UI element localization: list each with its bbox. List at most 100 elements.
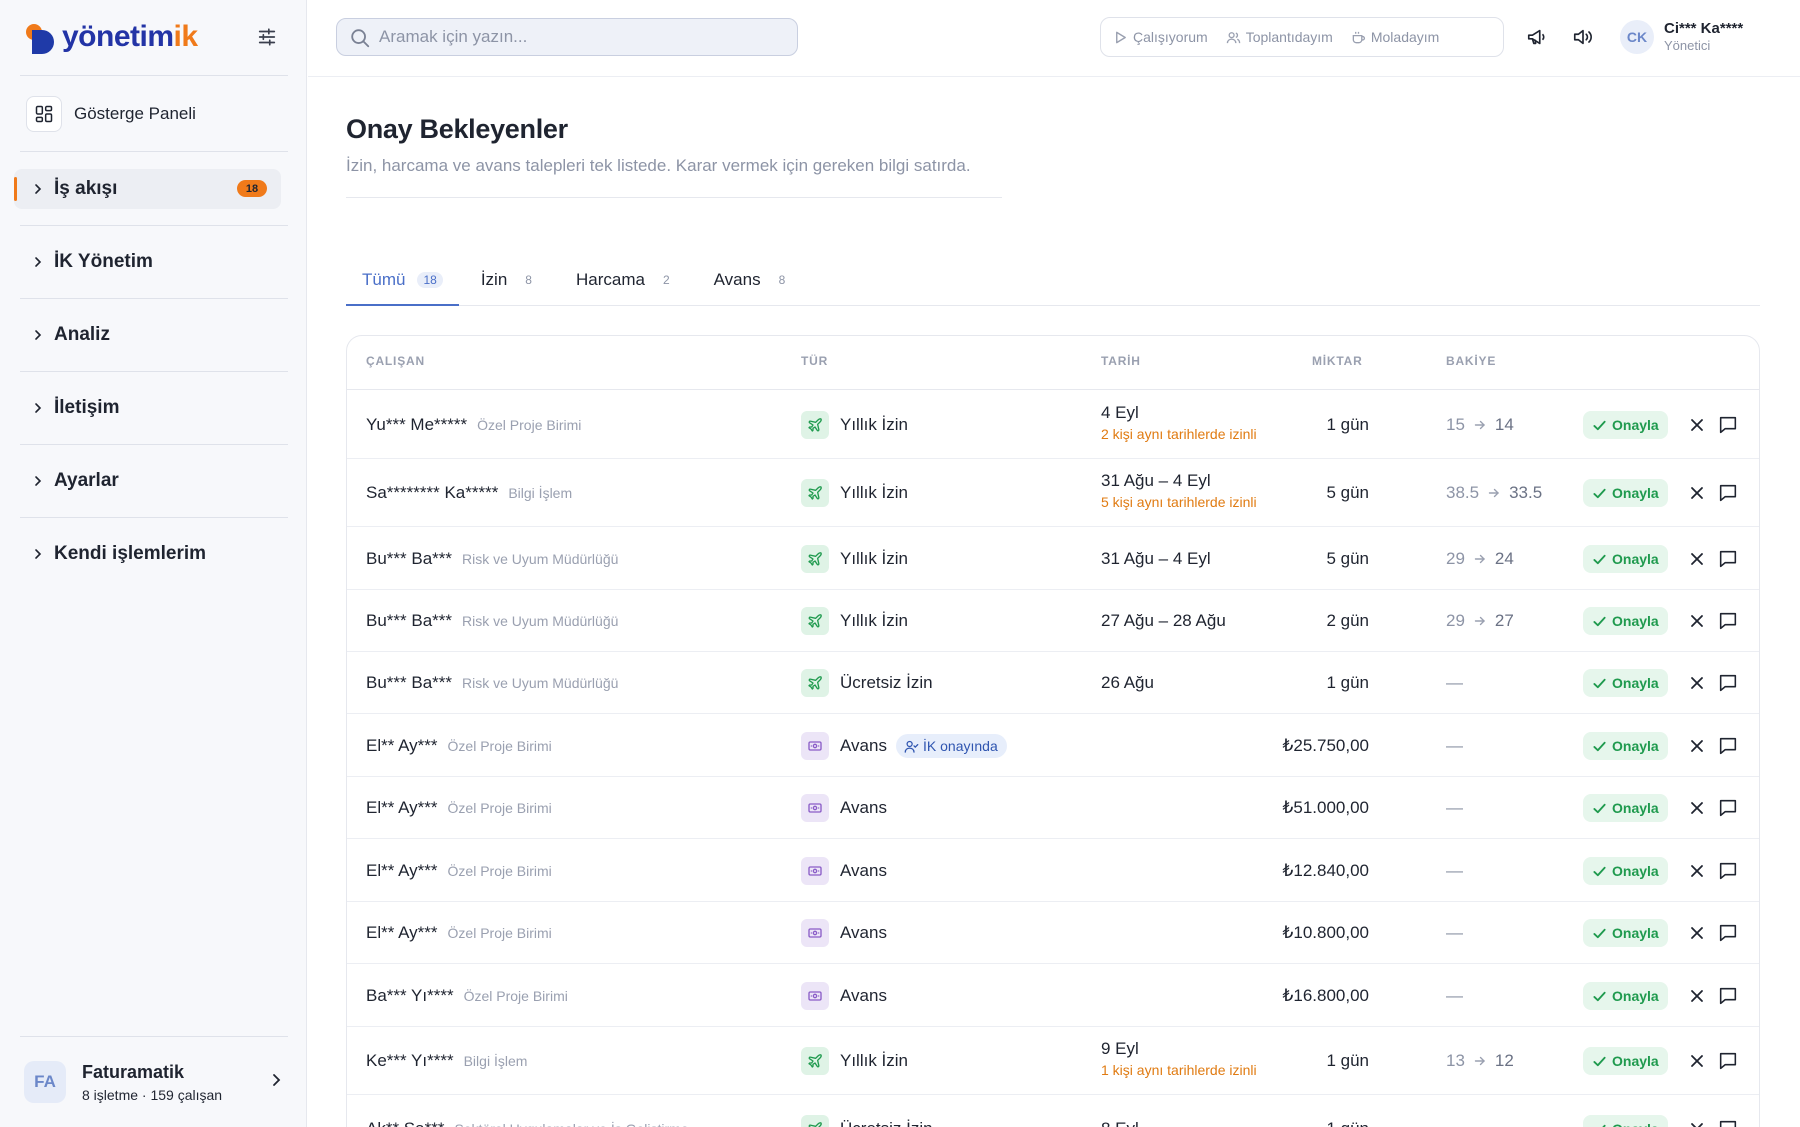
table-row[interactable]: Ba*** Yı**** Özel Proje Birimi Avans ₺16.80… xyxy=(347,964,1759,1027)
employee-name[interactable]: Ak** Sa*** xyxy=(366,1119,444,1127)
employee-name[interactable]: Bu*** Ba*** xyxy=(366,611,452,630)
comment-icon[interactable] xyxy=(1717,548,1739,570)
table-row[interactable]: El** Ay*** Özel Proje Birimi Avans İK onayı… xyxy=(347,714,1759,777)
brand-logo[interactable]: yönetimik xyxy=(24,18,198,56)
status-break-button[interactable]: Moladayım xyxy=(1351,29,1439,45)
balance-before: 13 xyxy=(1446,1051,1465,1070)
comment-icon[interactable] xyxy=(1717,482,1739,504)
employee-name[interactable]: Sa******** Ka***** xyxy=(366,483,498,502)
close-icon[interactable] xyxy=(1687,1119,1707,1127)
tab-all[interactable]: Tümü 18 xyxy=(346,262,459,306)
employee-name[interactable]: El** Ay*** xyxy=(366,798,438,817)
close-icon[interactable] xyxy=(1687,673,1707,693)
check-icon xyxy=(1593,420,1606,430)
close-icon[interactable] xyxy=(1687,736,1707,756)
comment-icon[interactable] xyxy=(1717,922,1739,944)
megaphone-icon[interactable] xyxy=(1526,26,1548,48)
approve-button[interactable]: Onayla xyxy=(1583,607,1668,635)
approve-button[interactable]: Onayla xyxy=(1583,794,1668,822)
comment-icon[interactable] xyxy=(1717,1118,1739,1127)
employee-name[interactable]: Bu*** Ba*** xyxy=(366,549,452,568)
sidebar-item-workflow[interactable]: İş akışı 18 xyxy=(14,169,281,209)
employee-department: Özel Proje Birimi xyxy=(447,800,552,816)
status-working-button[interactable]: Çalışıyorum xyxy=(1113,29,1208,45)
balance-cell: 29 27 xyxy=(1446,611,1514,631)
approve-button[interactable]: Onayla xyxy=(1583,1047,1668,1075)
employee-name[interactable]: El** Ay*** xyxy=(366,736,438,755)
approve-button[interactable]: Onayla xyxy=(1583,857,1668,885)
approve-label: Onayla xyxy=(1612,613,1659,629)
approve-button[interactable]: Onayla xyxy=(1583,411,1668,439)
employee-name[interactable]: Bu*** Ba*** xyxy=(366,673,452,692)
close-icon[interactable] xyxy=(1687,483,1707,503)
status-meeting-button[interactable]: Toplantıdayım xyxy=(1226,29,1333,45)
close-icon[interactable] xyxy=(1687,1051,1707,1071)
table-row[interactable]: El** Ay*** Özel Proje Birimi Avans ₺12.840,… xyxy=(347,839,1759,902)
status-break-label: Moladayım xyxy=(1370,29,1440,45)
chevron-right-icon xyxy=(35,184,42,194)
table-row[interactable]: Bu*** Ba*** Risk ve Uyum Müdürlüğü Ücretsi… xyxy=(347,652,1759,714)
tab-expense[interactable]: Harcama 2 xyxy=(560,262,692,306)
filter-tabs: Tümü 18 İzin 8 Harcama 2 Avans 8 xyxy=(346,262,1760,306)
user-avatar[interactable]: CK xyxy=(1620,20,1654,54)
approve-button[interactable]: Onayla xyxy=(1583,1115,1668,1127)
volume-icon[interactable] xyxy=(1572,26,1594,48)
tab-advance[interactable]: Avans 8 xyxy=(698,262,808,306)
close-icon[interactable] xyxy=(1687,986,1707,1006)
employee-name[interactable]: Ba*** Yı**** xyxy=(366,986,454,1005)
sidebar-item-my-actions[interactable]: Kendi işlemlerim xyxy=(14,534,281,574)
search-icon xyxy=(351,29,370,48)
comment-icon[interactable] xyxy=(1717,610,1739,632)
close-icon[interactable] xyxy=(1687,611,1707,631)
table-row[interactable]: Yu*** Me***** Özel Proje Birimi Yıllık İzi… xyxy=(347,391,1759,459)
comment-icon[interactable] xyxy=(1717,735,1739,757)
employee-name[interactable]: Ke*** Yı**** xyxy=(366,1051,454,1070)
sidebar-item-communication[interactable]: İletişim xyxy=(14,388,281,428)
table-row[interactable]: Ke*** Yı**** Bilgi İşlem Yıllık İzin 9 Eyl 1… xyxy=(347,1027,1759,1095)
divider xyxy=(20,225,288,226)
search-box[interactable] xyxy=(336,18,798,56)
table-row[interactable]: El** Ay*** Özel Proje Birimi Avans ₺51.000,… xyxy=(347,777,1759,839)
approve-button[interactable]: Onayla xyxy=(1583,479,1668,507)
approve-button[interactable]: Onayla xyxy=(1583,545,1668,573)
company-switcher[interactable]: FA Faturamatik 8 işletme · 159 çalışan xyxy=(24,1058,284,1106)
comment-icon[interactable] xyxy=(1717,672,1739,694)
user-name[interactable]: Ci*** Ka**** xyxy=(1664,20,1743,37)
sidebar-item-analytics[interactable]: Analiz xyxy=(14,315,281,355)
approve-button[interactable]: Onayla xyxy=(1583,669,1668,697)
divider xyxy=(20,1036,288,1037)
approve-button[interactable]: Onayla xyxy=(1583,982,1668,1010)
sidebar-item-label: Ayarlar xyxy=(54,470,119,491)
tab-leave[interactable]: İzin 8 xyxy=(465,262,554,306)
close-icon[interactable] xyxy=(1687,923,1707,943)
employee-name[interactable]: El** Ay*** xyxy=(366,861,438,880)
table-row[interactable]: El** Ay*** Özel Proje Birimi Avans ₺10.800,… xyxy=(347,902,1759,964)
sidebar-item-hr-management[interactable]: İK Yönetim xyxy=(14,242,281,282)
comment-icon[interactable] xyxy=(1717,1050,1739,1072)
comment-icon[interactable] xyxy=(1717,414,1739,436)
sidebar-item-dashboard[interactable]: Gösterge Paneli xyxy=(26,96,196,132)
close-icon[interactable] xyxy=(1687,861,1707,881)
close-icon[interactable] xyxy=(1687,415,1707,435)
comment-icon[interactable] xyxy=(1717,860,1739,882)
balance-empty: — xyxy=(1446,861,1463,880)
approve-button[interactable]: Onayla xyxy=(1583,732,1668,760)
close-icon[interactable] xyxy=(1687,549,1707,569)
employee-name[interactable]: El** Ay*** xyxy=(366,923,438,942)
tab-label: Harcama xyxy=(575,270,645,289)
comment-icon[interactable] xyxy=(1717,985,1739,1007)
employee-cell: Yu*** Me***** Özel Proje Birimi xyxy=(366,415,581,435)
sliders-icon[interactable] xyxy=(256,26,278,48)
sidebar-item-settings[interactable]: Ayarlar xyxy=(14,461,281,501)
employee-name[interactable]: Yu*** Me***** xyxy=(366,415,467,434)
table-row[interactable]: Bu*** Ba*** Risk ve Uyum Müdürlüğü Yıllık … xyxy=(347,590,1759,652)
comment-icon[interactable] xyxy=(1717,797,1739,819)
table-row[interactable]: Sa******** Ka***** Bilgi İşlem Yıllık İzin… xyxy=(347,459,1759,527)
approve-button[interactable]: Onayla xyxy=(1583,919,1668,947)
table-row[interactable]: Bu*** Ba*** Risk ve Uyum Müdürlüğü Yıllık … xyxy=(347,527,1759,590)
table-row[interactable]: Ak** Sa*** Sektörel Uygulamalar ve İş Gel… xyxy=(347,1095,1759,1127)
employee-cell: Sa******** Ka***** Bilgi İşlem xyxy=(366,483,572,503)
request-type: Yıllık İzin xyxy=(840,483,909,502)
search-input[interactable] xyxy=(379,27,797,47)
close-icon[interactable] xyxy=(1687,798,1707,818)
